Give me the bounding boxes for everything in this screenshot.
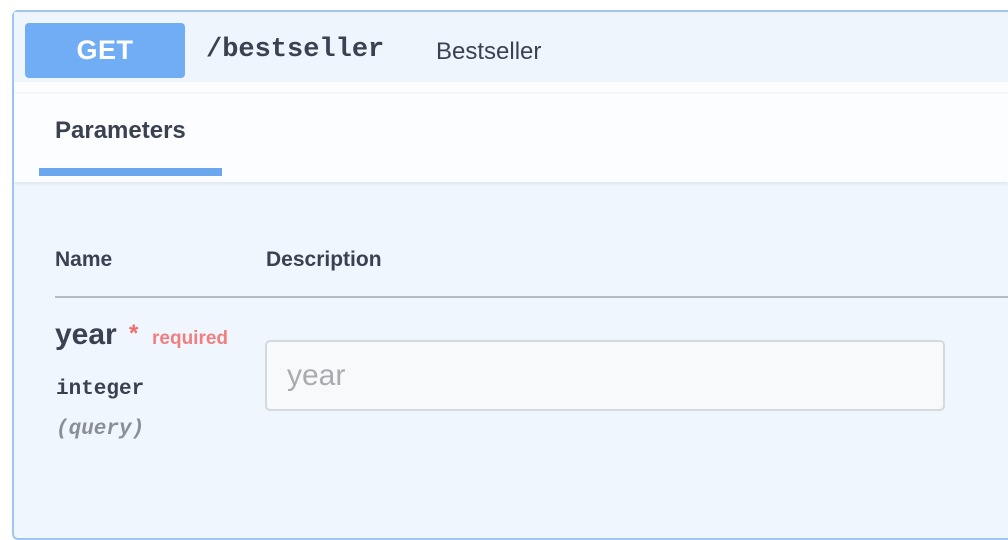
operation-summary-text: Bestseller	[436, 38, 542, 65]
tab-parameters[interactable]: Parameters	[55, 117, 186, 145]
required-asterisk: *	[129, 320, 139, 347]
endpoint-path: /bestseller	[206, 35, 385, 65]
parameter-name: year	[55, 318, 117, 351]
parameter-location: (query)	[56, 418, 145, 441]
column-header-name: Name	[55, 248, 113, 271]
table-header-divider	[55, 296, 1008, 298]
year-input[interactable]	[265, 340, 945, 411]
http-method-badge: GET	[25, 23, 185, 78]
tab-active-indicator	[39, 168, 222, 176]
parameter-type: integer	[56, 378, 145, 401]
column-header-description: Description	[266, 248, 382, 271]
required-label: required	[152, 328, 229, 349]
